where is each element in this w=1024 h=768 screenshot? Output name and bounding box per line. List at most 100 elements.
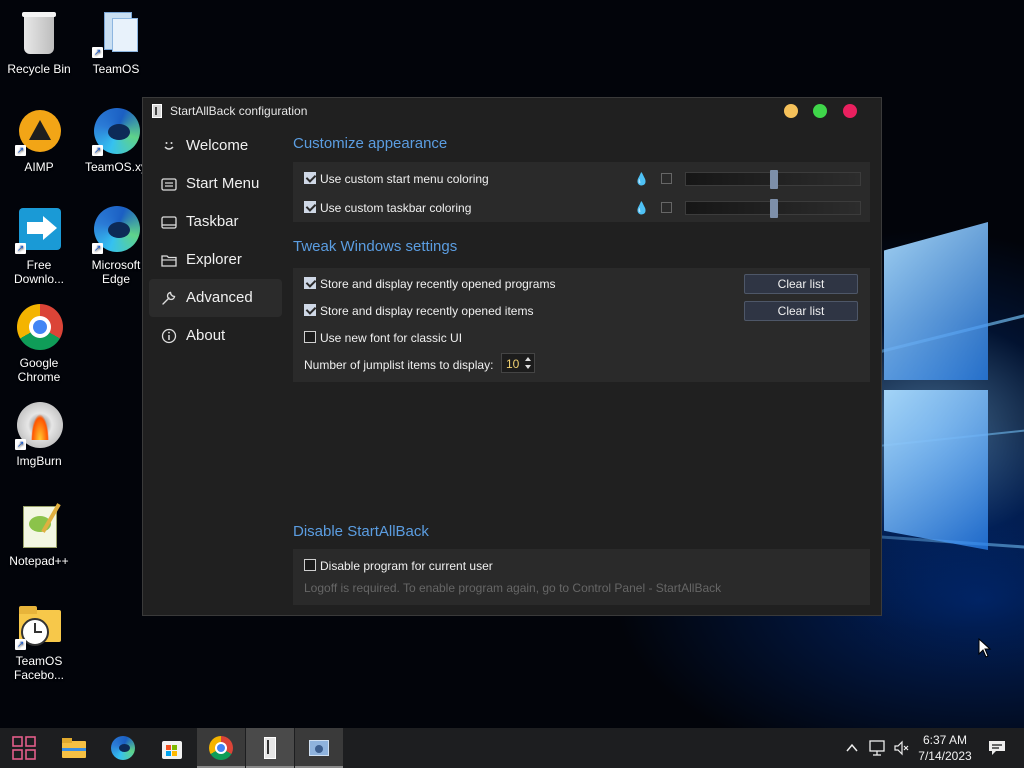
startallback-window: StartAllBack configuration Welcome Start…: [142, 97, 882, 616]
taskbar-settings-app[interactable]: [295, 728, 343, 768]
section-title-appearance: Customize appearance: [293, 135, 448, 152]
taskbar-coloring-option[interactable]: Use custom taskbar coloring: [304, 199, 624, 217]
option-label: Use custom start menu coloring: [320, 172, 489, 186]
info-icon: [161, 328, 177, 344]
store-icon: [160, 736, 184, 760]
disable-note: Logoff is required. To enable program ag…: [304, 581, 722, 595]
clear-recent-items-button[interactable]: Clear list: [744, 301, 858, 321]
color-drop-icon[interactable]: 💧: [634, 173, 649, 185]
nav-item-explorer[interactable]: Explorer: [149, 241, 282, 279]
nav-item-welcome[interactable]: Welcome: [149, 127, 282, 165]
jumplist-count-spinner[interactable]: 10: [501, 353, 535, 373]
new-font-checkbox[interactable]: [304, 331, 316, 343]
disable-program-checkbox[interactable]: [304, 559, 316, 571]
start-menu-coloring-checkbox[interactable]: [304, 172, 316, 184]
shortcut-arrow-icon: ↗: [15, 639, 26, 650]
download-icon: ↗: [15, 206, 63, 254]
new-font-option[interactable]: Use new font for classic UI: [304, 329, 664, 347]
file-explorer-icon: [62, 736, 86, 760]
taskbar-icon: [161, 214, 177, 230]
desktop-icon-teamos[interactable]: ↗ TeamOS: [79, 10, 153, 76]
start-menu-opacity-slider[interactable]: [685, 170, 861, 189]
clock-date: 7/14/2023: [918, 749, 972, 763]
chrome-icon: [209, 736, 233, 760]
nav-item-label: Welcome: [186, 137, 249, 154]
jumplist-count-value[interactable]: 10: [506, 357, 519, 371]
wrench-icon: [161, 290, 177, 306]
taskbar-chrome[interactable]: [197, 728, 245, 768]
shortcut-arrow-icon: ↗: [92, 47, 103, 58]
disable-program-option[interactable]: Disable program for current user: [304, 557, 664, 575]
title-bar[interactable]: StartAllBack configuration: [143, 98, 881, 125]
edge-icon: [111, 736, 135, 760]
taskbar-edge[interactable]: [99, 728, 147, 768]
taskbar-coloring-checkbox[interactable]: [304, 201, 316, 213]
desktop-icon-aimp[interactable]: ↗ AIMP: [2, 108, 76, 174]
mouse-cursor-icon: [978, 638, 992, 658]
start-button[interactable]: [0, 728, 48, 768]
slider-thumb[interactable]: [770, 170, 778, 189]
option-label: Disable program for current user: [320, 559, 493, 573]
recent-items-checkbox[interactable]: [304, 304, 316, 316]
edge-icon: ↗: [92, 108, 140, 156]
chrome-icon: [15, 304, 63, 352]
nav-item-advanced[interactable]: Advanced: [149, 279, 282, 317]
taskbar-store[interactable]: [148, 728, 196, 768]
recent-items-option[interactable]: Store and display recently opened items: [304, 302, 664, 320]
spinner-up-icon[interactable]: [525, 357, 531, 361]
desktop-icon-teamos-facebook[interactable]: ↗ TeamOS Facebo...: [2, 602, 76, 682]
show-hidden-icons-icon[interactable]: [845, 741, 859, 755]
desktop-icon-imgburn[interactable]: ↗ ImgBurn: [2, 402, 76, 468]
taskbar-file-explorer[interactable]: [50, 728, 98, 768]
maximize-button[interactable]: [813, 104, 827, 118]
clock[interactable]: 6:37 AM 7/14/2023: [905, 732, 985, 764]
network-icon[interactable]: [868, 739, 886, 757]
nav-item-label: Advanced: [186, 289, 253, 306]
start-menu-coloring-option[interactable]: Use custom start menu coloring: [304, 170, 624, 188]
nav-item-start-menu[interactable]: Start Menu: [149, 165, 282, 203]
close-button[interactable]: [843, 104, 857, 118]
clear-recent-programs-button[interactable]: Clear list: [744, 274, 858, 294]
shortcut-arrow-icon: ↗: [15, 439, 26, 450]
spinner-down-icon[interactable]: [525, 365, 531, 369]
desktop-icon-label: Microsoft Edge: [91, 258, 141, 286]
section-title-tweaks: Tweak Windows settings: [293, 238, 458, 255]
shortcut-arrow-icon: ↗: [15, 243, 26, 254]
appearance-panel: Use custom start menu coloring 💧 Use cus…: [293, 162, 870, 222]
windows-logo-pane: [884, 222, 988, 380]
color-drop-icon[interactable]: 💧: [634, 202, 649, 214]
desktop-icon-label: Recycle Bin: [7, 62, 71, 76]
tweaks-panel: Store and display recently opened progra…: [293, 268, 870, 382]
desktop-icon-label: Google Chrome: [17, 356, 61, 384]
desktop-icon-label: ImgBurn: [16, 454, 62, 468]
clock-time: 6:37 AM: [922, 733, 968, 747]
desktop-icon-notepad-plus[interactable]: Notepad++: [2, 502, 76, 568]
desktop-icon-label: TeamOS.xy: [84, 160, 147, 174]
imgburn-icon: ↗: [15, 402, 63, 450]
color-swatch[interactable]: [661, 173, 672, 184]
recent-programs-checkbox[interactable]: [304, 277, 316, 289]
shortcut-arrow-icon: ↗: [92, 145, 103, 156]
color-swatch[interactable]: [661, 202, 672, 213]
sidebar-nav: Welcome Start Menu Taskbar Explorer Adva…: [149, 127, 282, 355]
minimize-button[interactable]: [784, 104, 798, 118]
desktop-icon-label: Free Downlo...: [13, 258, 65, 286]
desktop-icon-label: TeamOS Facebo...: [13, 654, 65, 682]
nav-item-about[interactable]: About: [149, 317, 282, 355]
nav-item-taskbar[interactable]: Taskbar: [149, 203, 282, 241]
desktop-icon-label: TeamOS: [92, 62, 140, 76]
recent-programs-option[interactable]: Store and display recently opened progra…: [304, 275, 664, 293]
window-title: StartAllBack configuration: [170, 104, 308, 118]
nav-item-label: Start Menu: [186, 175, 260, 192]
shortcut-arrow-icon: ↗: [92, 243, 103, 254]
desktop-icon-free-download[interactable]: ↗ Free Downlo...: [2, 206, 76, 286]
desktop-icon-label: AIMP: [24, 160, 54, 174]
slider-thumb[interactable]: [770, 199, 778, 218]
taskbar-opacity-slider[interactable]: [685, 199, 861, 218]
notifications-icon[interactable]: [988, 740, 1006, 756]
startallback-icon: [258, 736, 282, 760]
desktop-icon-google-chrome[interactable]: Google Chrome: [2, 304, 76, 384]
desktop-icon-recycle-bin[interactable]: Recycle Bin: [2, 10, 76, 76]
start-icon: [12, 736, 36, 760]
taskbar-startallback[interactable]: [246, 728, 294, 768]
